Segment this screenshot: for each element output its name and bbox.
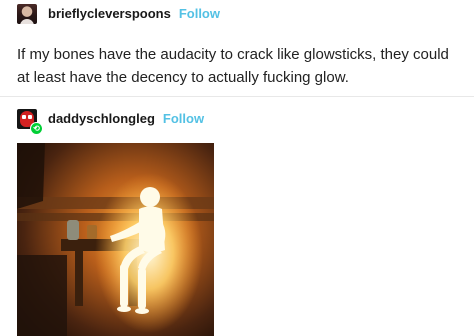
mask-eye-right	[28, 115, 32, 119]
follow-button[interactable]: Follow	[179, 4, 220, 24]
post-divider	[0, 96, 474, 97]
post-header: brieflycleverspoons Follow	[17, 3, 220, 25]
post-image[interactable]	[17, 143, 214, 336]
post-text: If my bones have the audacity to crack l…	[17, 46, 449, 86]
avatar[interactable]	[17, 4, 37, 24]
avatar[interactable]: ⟲	[17, 109, 43, 135]
glowing-figure-photo	[17, 143, 214, 336]
mask-eye-left	[22, 115, 26, 119]
reblog-header: ⟲ daddyschlongleg Follow	[17, 108, 204, 135]
username[interactable]: daddyschlongleg	[48, 109, 155, 129]
reblog-icon: ⟲	[30, 122, 43, 135]
username[interactable]: brieflycleverspoons	[48, 4, 171, 24]
follow-button[interactable]: Follow	[163, 109, 204, 129]
